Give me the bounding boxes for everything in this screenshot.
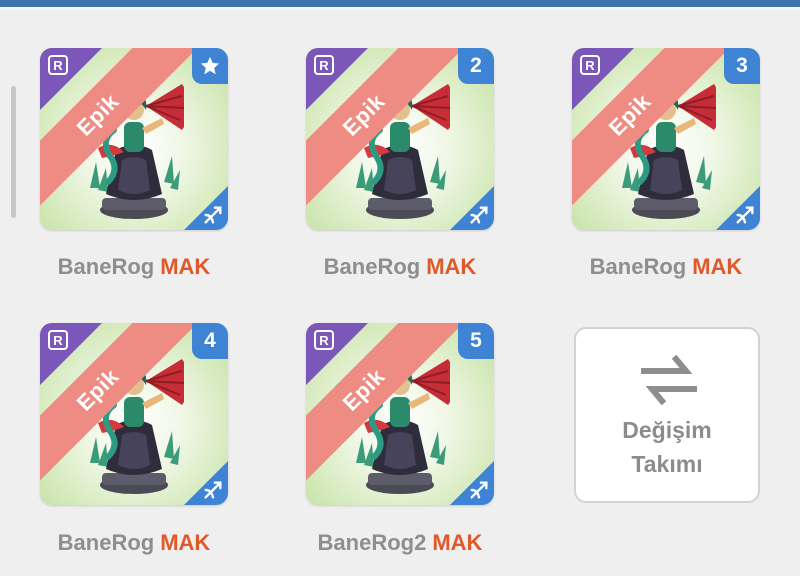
monster-tag: MAK (432, 530, 483, 555)
bow-arrow-icon (470, 481, 488, 499)
svg-text:R: R (319, 58, 329, 73)
monster-name: BaneRog (323, 254, 421, 279)
bow-arrow-icon (204, 481, 222, 499)
card-5[interactable]: R Epik 5 (306, 323, 494, 505)
card-2-caption: BaneRog MAK (290, 254, 510, 280)
card-4[interactable]: R Epik 4 (40, 323, 228, 505)
card-2[interactable]: R Epik 2 (306, 48, 494, 230)
r-icon: R (48, 330, 68, 350)
badge-number: 4 (192, 323, 228, 359)
monster-name: BaneRog2 (317, 530, 427, 555)
bow-arrow-icon (736, 206, 754, 224)
badge-number: 5 (458, 323, 494, 359)
monster-tag: MAK (160, 530, 211, 555)
monster-tag: MAK (692, 254, 743, 279)
badge-star (192, 48, 228, 84)
r-icon: R (48, 55, 68, 75)
team-swap-line1: Değişim (622, 417, 712, 443)
svg-text:R: R (53, 58, 63, 73)
scrollbar-thumb[interactable] (11, 86, 16, 218)
bow-arrow-icon (204, 206, 222, 224)
svg-text:R: R (585, 58, 595, 73)
team-swap-line2: Takımı (631, 451, 703, 477)
svg-text:R: R (319, 333, 329, 348)
card-5-caption: BaneRog2 MAK (290, 530, 510, 556)
r-icon: R (314, 330, 334, 350)
monster-name: BaneRog (57, 254, 155, 279)
team-swap-button[interactable]: Değişim Takımı (574, 327, 760, 503)
monster-name: BaneRog (589, 254, 687, 279)
badge-number: 3 (724, 48, 760, 84)
badge-number: 2 (458, 48, 494, 84)
monster-tag: MAK (426, 254, 477, 279)
top-bar-border (0, 0, 800, 10)
team-swap-label: Değişim Takımı (576, 413, 758, 481)
card-3[interactable]: R Epik 3 (572, 48, 760, 230)
card-1[interactable]: R Epik (40, 48, 228, 230)
svg-text:R: R (53, 333, 63, 348)
star-icon (200, 56, 220, 75)
card-4-caption: BaneRog MAK (24, 530, 244, 556)
card-3-caption: BaneRog MAK (556, 254, 776, 280)
monster-name: BaneRog (57, 530, 155, 555)
monster-tag: MAK (160, 254, 211, 279)
swap-arrows-icon (641, 354, 697, 406)
r-icon: R (314, 55, 334, 75)
r-icon: R (580, 55, 600, 75)
bow-arrow-icon (470, 206, 488, 224)
card-1-caption: BaneRog MAK (24, 254, 244, 280)
